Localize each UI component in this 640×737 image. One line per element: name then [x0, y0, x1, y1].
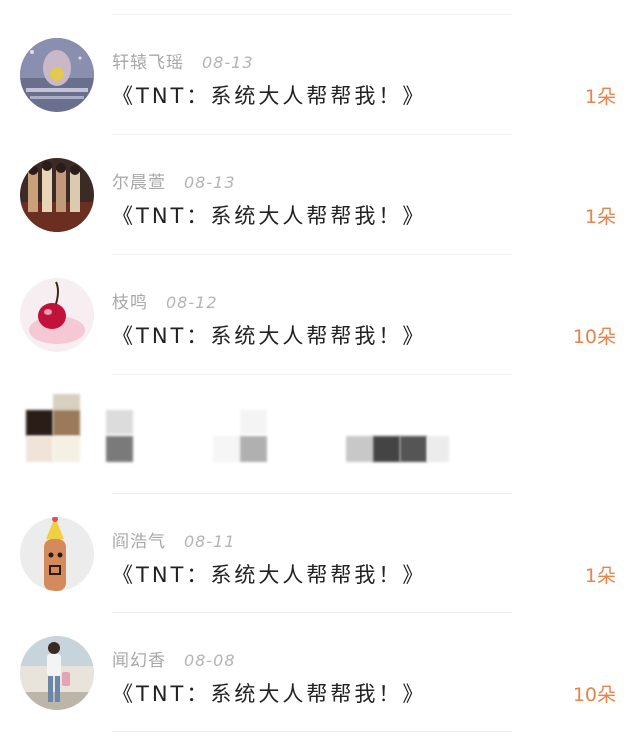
- flower-count: 10朵: [572, 684, 616, 706]
- list-item[interactable]: 阎浩气 08-11 《TNT：系统大人帮帮我！》 1朵: [0, 497, 640, 615]
- list-item[interactable]: 闻幻香 08-08 《TNT：系统大人帮帮我！》 10朵: [0, 616, 640, 734]
- list-item[interactable]: 枝鸣 08-12 《TNT：系统大人帮帮我！》 10朵: [0, 258, 640, 376]
- avatar[interactable]: [20, 517, 94, 591]
- comment-meta: 轩辕飞瑶 08-13: [112, 48, 254, 73]
- book-title[interactable]: 《TNT：系统大人帮帮我！》: [112, 559, 426, 589]
- username[interactable]: 尔晨萱: [112, 173, 166, 193]
- flower-count: 10朵: [572, 326, 616, 348]
- username[interactable]: 阎浩气: [112, 532, 166, 552]
- flower-count: 1朵: [584, 86, 616, 108]
- comment-meta: 尔晨萱 08-13: [112, 168, 236, 193]
- list-item[interactable]: 轩辕飞瑶 08-13 《TNT：系统大人帮帮我！》 1朵: [0, 18, 640, 136]
- book-title[interactable]: 《TNT：系统大人帮帮我！》: [112, 320, 426, 350]
- comment-date: 08-13: [202, 53, 254, 72]
- avatar[interactable]: [20, 158, 94, 232]
- comment-date: 08-11: [184, 532, 236, 551]
- flower-count: 1朵: [584, 565, 616, 587]
- avatar[interactable]: [20, 636, 94, 710]
- book-title[interactable]: 《TNT：系统大人帮帮我！》: [112, 80, 426, 110]
- divider: [112, 14, 512, 15]
- divider: [112, 493, 512, 494]
- comment-date: 08-12: [166, 293, 218, 312]
- book-title[interactable]: 《TNT：系统大人帮帮我！》: [112, 200, 426, 230]
- username[interactable]: 闻幻香: [112, 651, 166, 671]
- comment-meta: 枝鸣 08-12: [112, 288, 218, 313]
- avatar[interactable]: [20, 38, 94, 112]
- comment-date: 08-08: [184, 651, 236, 670]
- username[interactable]: 轩辕飞瑶: [112, 53, 184, 73]
- avatar[interactable]: [20, 278, 94, 352]
- comment-meta: 阎浩气 08-11: [112, 527, 236, 552]
- list-item[interactable]: 尔晨萱 08-13 《TNT：系统大人帮帮我！》 1朵: [0, 138, 640, 256]
- comment-meta: 闻幻香 08-08: [112, 646, 236, 671]
- obscured-list-item: [0, 376, 640, 491]
- flower-count: 1朵: [584, 206, 616, 228]
- comment-date: 08-13: [184, 173, 236, 192]
- username[interactable]: 枝鸣: [112, 293, 148, 313]
- book-title[interactable]: 《TNT：系统大人帮帮我！》: [112, 678, 426, 708]
